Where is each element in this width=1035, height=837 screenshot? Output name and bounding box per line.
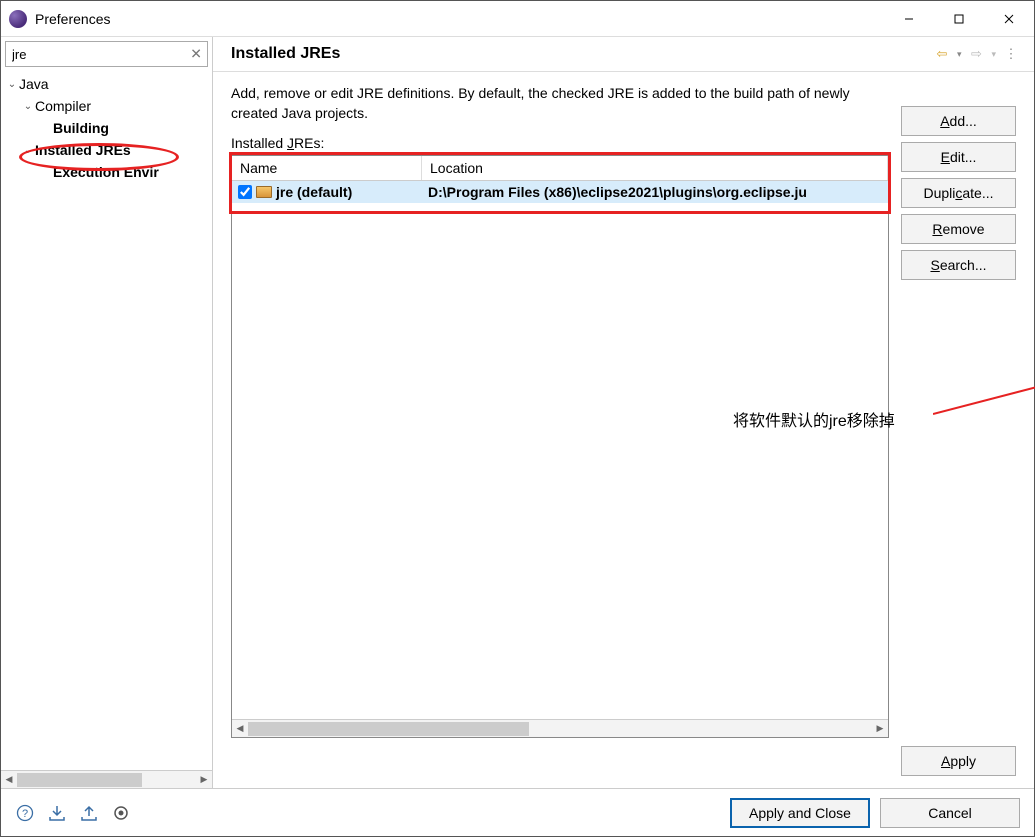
tree-node-building[interactable]: Building	[1, 117, 212, 139]
filter-input[interactable]	[5, 41, 208, 67]
jre-table: Name Location jre (default) D:\Program	[231, 155, 889, 738]
apply-row: Apply	[213, 738, 1034, 788]
minimize-button[interactable]	[884, 2, 934, 36]
action-buttons: Add... Edit... Duplicate... Remove Searc…	[901, 84, 1016, 738]
tree-label: Java	[19, 76, 49, 92]
tree-label: Compiler	[35, 98, 91, 114]
forward-icon[interactable]: ⇨	[967, 45, 985, 63]
window-controls	[884, 2, 1034, 36]
content-pane: Installed JREs ⇦ ▾ ⇨ ▾ ⋮ Add, remove or …	[213, 37, 1034, 788]
sidebar: ✕ ⌄ Java ⌄ Compiler Building ⌄ Installed…	[1, 37, 213, 788]
import-icon[interactable]	[47, 803, 67, 823]
clear-filter-icon[interactable]: ✕	[190, 46, 202, 63]
add-button[interactable]: Add...	[901, 106, 1016, 136]
content-body: Add, remove or edit JRE definitions. By …	[213, 72, 1034, 738]
sidebar-hscroll[interactable]: ◀ ▶	[1, 770, 212, 788]
jre-name: jre (default)	[276, 184, 352, 200]
back-icon[interactable]: ⇦	[933, 45, 951, 63]
dropdown-icon[interactable]: ▾	[991, 49, 996, 60]
tree-node-java[interactable]: ⌄ Java	[1, 73, 212, 95]
jre-checkbox[interactable]	[238, 185, 252, 199]
help-icon[interactable]: ?	[15, 803, 35, 823]
window-title: Preferences	[35, 11, 884, 27]
chevron-down-icon: ⌄	[21, 101, 35, 112]
filter-wrap: ✕	[1, 37, 212, 71]
header-toolbar: ⇦ ▾ ⇨ ▾ ⋮	[933, 45, 1020, 63]
bottom-icons: ?	[15, 803, 730, 823]
dropdown-icon[interactable]: ▾	[957, 49, 962, 60]
tree-node-installed-jres[interactable]: ⌄ Installed JREs	[1, 139, 212, 161]
app-icon	[9, 10, 27, 28]
col-location[interactable]: Location	[422, 156, 888, 180]
apply-label: Apply	[941, 753, 976, 769]
bottom-buttons: Apply and Close Cancel	[730, 798, 1020, 828]
scroll-left-icon[interactable]: ◀	[232, 723, 248, 734]
maximize-button[interactable]	[934, 2, 984, 36]
search-button[interactable]: Search...	[901, 250, 1016, 280]
col-name[interactable]: Name	[232, 156, 422, 180]
scroll-track[interactable]	[17, 773, 196, 787]
oomph-icon[interactable]	[111, 803, 131, 823]
preferences-tree: ⌄ Java ⌄ Compiler Building ⌄ Installed J…	[1, 71, 212, 770]
page-description: Add, remove or edit JRE definitions. By …	[231, 84, 889, 123]
list-label: Installed JREs:	[231, 135, 889, 151]
table-body: jre (default) D:\Program Files (x86)\ecl…	[232, 181, 888, 719]
remove-button[interactable]: Remove	[901, 214, 1016, 244]
tree-node-execution-env[interactable]: Execution Envir	[1, 161, 212, 183]
apply-button[interactable]: Apply	[901, 746, 1016, 776]
tree-label: Building	[53, 120, 109, 136]
table-header: Name Location	[232, 156, 888, 181]
tree-label: Installed JREs	[35, 142, 131, 158]
scroll-thumb[interactable]	[17, 773, 142, 787]
svg-text:?: ?	[22, 808, 28, 820]
edit-button[interactable]: Edit...	[901, 142, 1016, 172]
bottom-bar: ? Apply and Close Cancel	[1, 788, 1034, 836]
cancel-button[interactable]: Cancel	[880, 798, 1020, 828]
tree-node-compiler[interactable]: ⌄ Compiler	[1, 95, 212, 117]
titlebar: Preferences	[1, 1, 1034, 37]
scroll-track[interactable]	[248, 722, 872, 736]
table-row[interactable]: jre (default) D:\Program Files (x86)\ecl…	[232, 181, 888, 203]
content-header: Installed JREs ⇦ ▾ ⇨ ▾ ⋮	[213, 37, 1034, 72]
main-area: ✕ ⌄ Java ⌄ Compiler Building ⌄ Installed…	[1, 37, 1034, 788]
scroll-thumb[interactable]	[248, 722, 529, 736]
scroll-right-icon[interactable]: ▶	[196, 774, 212, 785]
chevron-down-icon: ⌄	[21, 145, 35, 156]
export-icon[interactable]	[79, 803, 99, 823]
page-title: Installed JREs	[231, 45, 933, 63]
apply-close-button[interactable]: Apply and Close	[730, 798, 870, 828]
menu-icon[interactable]: ⋮	[1002, 45, 1020, 63]
duplicate-button[interactable]: Duplicate...	[901, 178, 1016, 208]
table-hscroll[interactable]: ◀ ▶	[232, 719, 888, 737]
cell-name: jre (default)	[232, 184, 422, 200]
preferences-window: Preferences ✕ ⌄ Java	[0, 0, 1035, 837]
close-button[interactable]	[984, 2, 1034, 36]
content-left: Add, remove or edit JRE definitions. By …	[231, 84, 889, 738]
chevron-down-icon: ⌄	[5, 79, 19, 90]
cell-location: D:\Program Files (x86)\eclipse2021\plugi…	[422, 184, 888, 200]
scroll-right-icon[interactable]: ▶	[872, 723, 888, 734]
scroll-left-icon[interactable]: ◀	[1, 774, 17, 785]
jre-icon	[256, 186, 272, 198]
tree-label: Execution Envir	[53, 164, 159, 180]
